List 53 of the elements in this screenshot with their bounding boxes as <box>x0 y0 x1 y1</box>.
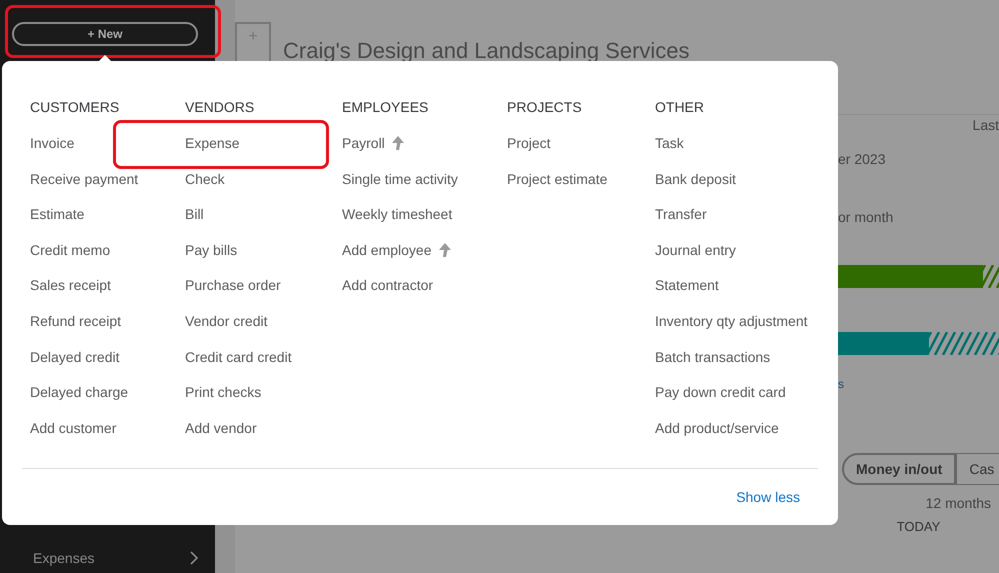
menu-item[interactable]: Add customer <box>30 420 185 456</box>
column-heading: VENDORS <box>185 99 256 115</box>
column-heading: OTHER <box>655 99 705 115</box>
menu-item[interactable]: Statement <box>655 277 825 313</box>
menu-item[interactable]: Refund receipt <box>30 312 185 349</box>
menu-item[interactable]: Add employee <box>342 242 507 278</box>
range-label: 12 months <box>926 495 991 511</box>
menu-item[interactable]: Sales receipt <box>30 277 185 313</box>
month-note: or month <box>838 209 894 225</box>
menu-item[interactable]: Credit card credit <box>185 348 342 384</box>
menu-item[interactable]: Project estimate <box>507 170 655 206</box>
menu-item[interactable]: Transfer <box>655 206 825 242</box>
menu-item[interactable]: Journal entry <box>655 242 825 278</box>
period-label: Last <box>972 117 999 133</box>
upgrade-arrow-icon <box>390 135 405 151</box>
menu-item[interactable]: Pay bills <box>185 242 342 278</box>
menu-item[interactable]: Check <box>185 170 342 206</box>
menu-item[interactable]: Task <box>655 135 825 171</box>
toggle-tab[interactable]: Money in/out <box>842 453 956 485</box>
menu-item[interactable]: Delayed credit <box>30 348 185 384</box>
toggle-tab[interactable]: Cas <box>956 453 999 485</box>
column-heading: CUSTOMERS <box>30 99 120 115</box>
menu-item[interactable]: Estimate <box>30 206 185 242</box>
menu-item[interactable]: Invoice <box>30 135 185 171</box>
menu-item[interactable]: Project <box>507 135 655 171</box>
menu-item[interactable]: Add vendor <box>185 420 342 456</box>
upgrade-arrow-icon <box>438 242 452 258</box>
menu-item[interactable]: Weekly timesheet <box>342 206 507 242</box>
menu-item[interactable]: Vendor credit <box>185 312 342 349</box>
menu-item[interactable]: Inventory qty adjustment <box>655 312 825 349</box>
chevron-icon <box>189 550 199 566</box>
menu-item[interactable]: Expense <box>185 135 342 171</box>
column-heading: EMPLOYEES <box>342 99 430 115</box>
new-button[interactable]: + New <box>12 22 198 46</box>
sidebar-item[interactable]: Expenses <box>0 547 215 569</box>
menu-item[interactable]: Print checks <box>185 384 342 420</box>
menu-item[interactable]: Delayed charge <box>30 384 185 420</box>
menu-item[interactable]: Add product/service <box>655 420 825 456</box>
month-label: er 2023 <box>838 151 886 167</box>
menu-item[interactable]: Batch transactions <box>655 348 825 384</box>
menu-item[interactable]: Bank deposit <box>655 170 825 206</box>
menu-item[interactable]: Credit memo <box>30 242 185 278</box>
company-title: Craig's Design and Landscaping Services <box>283 38 690 64</box>
show-less-link[interactable]: Show less <box>736 489 800 505</box>
menu-item[interactable]: Add contractor <box>342 277 507 313</box>
menu-item[interactable]: Single time activity <box>342 170 507 206</box>
column-heading: PROJECTS <box>507 99 583 115</box>
menu-item[interactable]: Pay down credit card <box>655 384 825 420</box>
menu-item[interactable]: Receive payment <box>30 170 185 206</box>
menu-item[interactable]: Bill <box>185 206 342 242</box>
today-label: TODAY <box>896 519 940 534</box>
menu-item[interactable]: Payroll <box>342 135 507 171</box>
menu-item[interactable]: Purchase order <box>185 277 342 313</box>
